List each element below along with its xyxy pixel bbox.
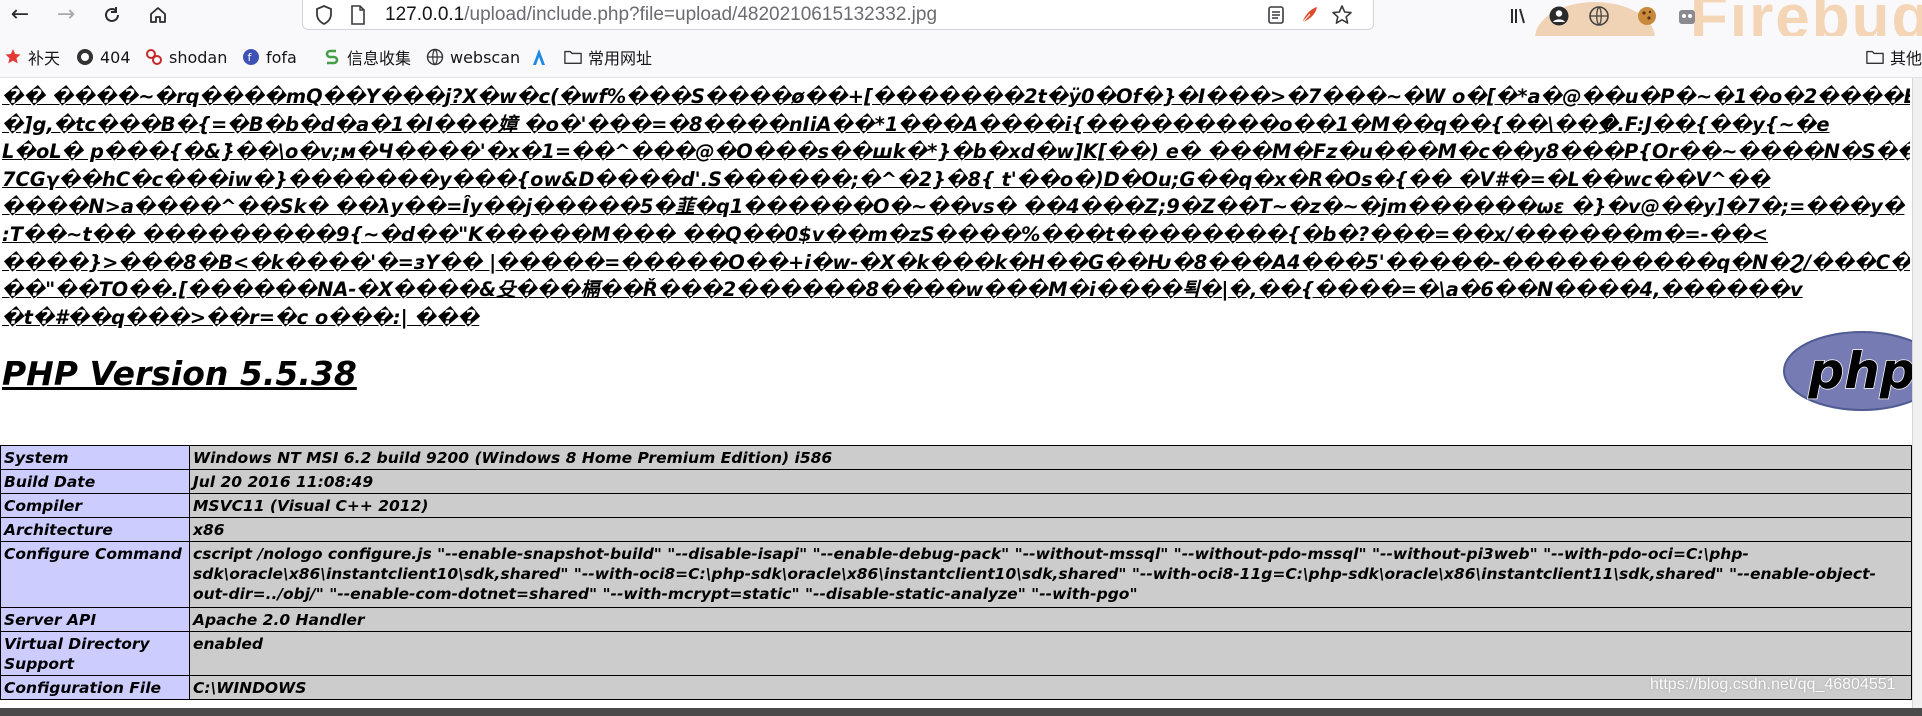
folder-icon: [564, 48, 582, 66]
info-value: Windows NT MSI 6.2 build 9200 (Windows 8…: [189, 445, 1912, 470]
bookmark-item[interactable]: webscan: [426, 46, 520, 68]
cookie-icon[interactable]: [1633, 3, 1661, 29]
garbled-line: �� ����~�rq����mQ��Y���j?X�w�c(�wf%���S�…: [2, 85, 1910, 108]
table-row: Configure Command cscript /nologo config…: [0, 541, 1912, 608]
info-value: x86: [189, 517, 1912, 542]
bookmark-star-icon[interactable]: [1331, 4, 1353, 26]
bookmark-item[interactable]: 补天: [4, 46, 60, 68]
info-value: cscript /nologo configure.js "--enable-s…: [189, 541, 1912, 608]
bookmark-folder[interactable]: 常用网址: [564, 46, 652, 68]
garbled-line: 7CGγ��hC�c���iw�}�������y���{ow&D����d'.…: [2, 167, 1770, 191]
browser-toolbar: ← → 127.0.0.1/upload/include.php?file=up…: [0, 0, 1922, 74]
garbled-line: ����}>���8�B<�k����'�=зY�� |�����=�����O…: [2, 250, 1910, 274]
table-row: Compiler MSVC11 (Visual C++ 2012): [0, 493, 1912, 518]
garbled-line: ����N>a����^��Sk� ��λy��=Îy��j�����5�韮�q…: [2, 195, 1905, 219]
home-button[interactable]: [140, 0, 176, 30]
table-row: Configuration File C:\WINDOWS: [0, 675, 1912, 700]
table-row: Virtual Directory Support enabled: [0, 631, 1912, 676]
garbled-line: :T��~t�� ���������9{~�d��"K�����M��� ��Q…: [2, 222, 1769, 246]
info-key: Server API: [0, 607, 190, 632]
reader-view-icon[interactable]: [1265, 4, 1287, 26]
info-value: MSVC11 (Visual C++ 2012): [189, 493, 1912, 518]
page-scrollbar[interactable]: [1912, 78, 1922, 716]
bookmark-item[interactable]: 信息收集: [323, 46, 411, 68]
bookmark-folder[interactable]: 其他: [1866, 46, 1922, 68]
garbled-line: ��"��TO��.[������NA-�X����&殳���槅��Ř���2�…: [2, 278, 1803, 302]
page-icon[interactable]: [347, 4, 369, 26]
info-key: Configuration File: [0, 675, 190, 700]
bookmark-label: 404: [100, 47, 131, 67]
bookmark-label: 补天: [28, 49, 61, 68]
bookmark-item[interactable]: 404: [76, 46, 131, 68]
feather-extension-icon[interactable]: [1298, 4, 1320, 26]
php-version-title: PHP Version 5.5.38: [2, 354, 357, 393]
bookmark-item[interactable]: [530, 46, 554, 68]
garbled-line: �t�#��q���>��r=�c o���:| ���: [2, 305, 480, 329]
folder-icon: [1866, 48, 1884, 66]
reload-button[interactable]: [94, 0, 130, 30]
bookmark-label: webscan: [450, 47, 521, 67]
arrow-right-icon: →: [56, 2, 76, 27]
table-row: Build Date Jul 20 2016 11:08:49: [0, 469, 1912, 494]
butian-icon: [4, 48, 22, 66]
info-key: Build Date: [0, 469, 190, 494]
info-value: enabled: [189, 631, 1912, 676]
ctf-icon: [530, 48, 548, 66]
bookmark-label: 信息收集: [347, 49, 412, 68]
info-key: Compiler: [0, 493, 190, 518]
php-logo[interactable]: php: [1782, 330, 1912, 412]
forward-button[interactable]: →: [48, 0, 84, 30]
address-bar[interactable]: 127.0.0.1/upload/include.php?file=upload…: [302, 0, 1374, 30]
bookmark-label: shodan: [169, 47, 228, 67]
table-row: Server API Apache 2.0 Handler: [0, 607, 1912, 632]
bookmark-item[interactable]: shodan: [145, 46, 227, 68]
info-key: Configure Command: [0, 541, 190, 608]
info-key: Architecture: [0, 517, 190, 542]
bookmark-label: fofa: [266, 47, 297, 67]
reload-icon: [105, 7, 119, 22]
table-row: System Windows NT MSI 6.2 build 9200 (Wi…: [0, 445, 1912, 470]
garbled-line: L�oL� p���{�&݅}��\o�v;м�Ч����'�x�1=��^��…: [2, 140, 1910, 164]
csdn-watermark: https://blog.csdn.net/qq_46804551: [1650, 676, 1896, 693]
garbled-binary-output: �� ����~�rq����mQ��Y���j?X�w�c(�wf%���S�…: [2, 83, 1910, 331]
url-text[interactable]: 127.0.0.1/upload/include.php?file=upload…: [385, 4, 937, 26]
window-frame-bottom: [0, 708, 1922, 716]
globe-icon: [426, 48, 444, 66]
info-value: Jul 20 2016 11:08:49: [189, 469, 1912, 494]
404-icon: [76, 48, 94, 66]
bookmark-item[interactable]: f fofa: [242, 46, 297, 68]
arrow-left-icon: ←: [10, 2, 30, 27]
home-icon: [150, 7, 166, 23]
s-logo-icon: [323, 48, 341, 66]
info-key: System: [0, 445, 190, 470]
account-icon[interactable]: [1545, 3, 1573, 29]
url-path: /upload/include.php?file=upload/48202106…: [464, 4, 938, 25]
info-value: Apache 2.0 Handler: [189, 607, 1912, 632]
bookmark-label: 其他: [1890, 49, 1922, 68]
table-row: Architecture x86: [0, 517, 1912, 542]
fofa-icon: f: [242, 48, 260, 66]
garbled-line: �]g,�tc���B�{=�B�b�d�a�1�I���嫜 �o�'���=�…: [2, 112, 1830, 136]
bookmark-label: 常用网址: [588, 49, 653, 68]
php-logo-text: php: [1807, 342, 1912, 400]
info-key: Virtual Directory Support: [0, 631, 190, 676]
translate-icon[interactable]: [1585, 3, 1613, 29]
url-host: 127.0.0.1: [385, 4, 465, 25]
bookmarks-bar: 补天 404 shodan f fofa 信息收集 webscan 常用网址 其…: [0, 36, 1922, 78]
back-button[interactable]: ←: [2, 0, 38, 30]
library-icon[interactable]: [1505, 3, 1533, 29]
php-info-table: System Windows NT MSI 6.2 build 9200 (Wi…: [0, 445, 1912, 700]
extension-icon[interactable]: [1673, 3, 1701, 29]
page-content: �� ����~�rq����mQ��Y���j?X�w�c(�wf%���S�…: [0, 78, 1912, 716]
shodan-icon: [145, 48, 163, 66]
shield-icon[interactable]: [313, 4, 335, 26]
